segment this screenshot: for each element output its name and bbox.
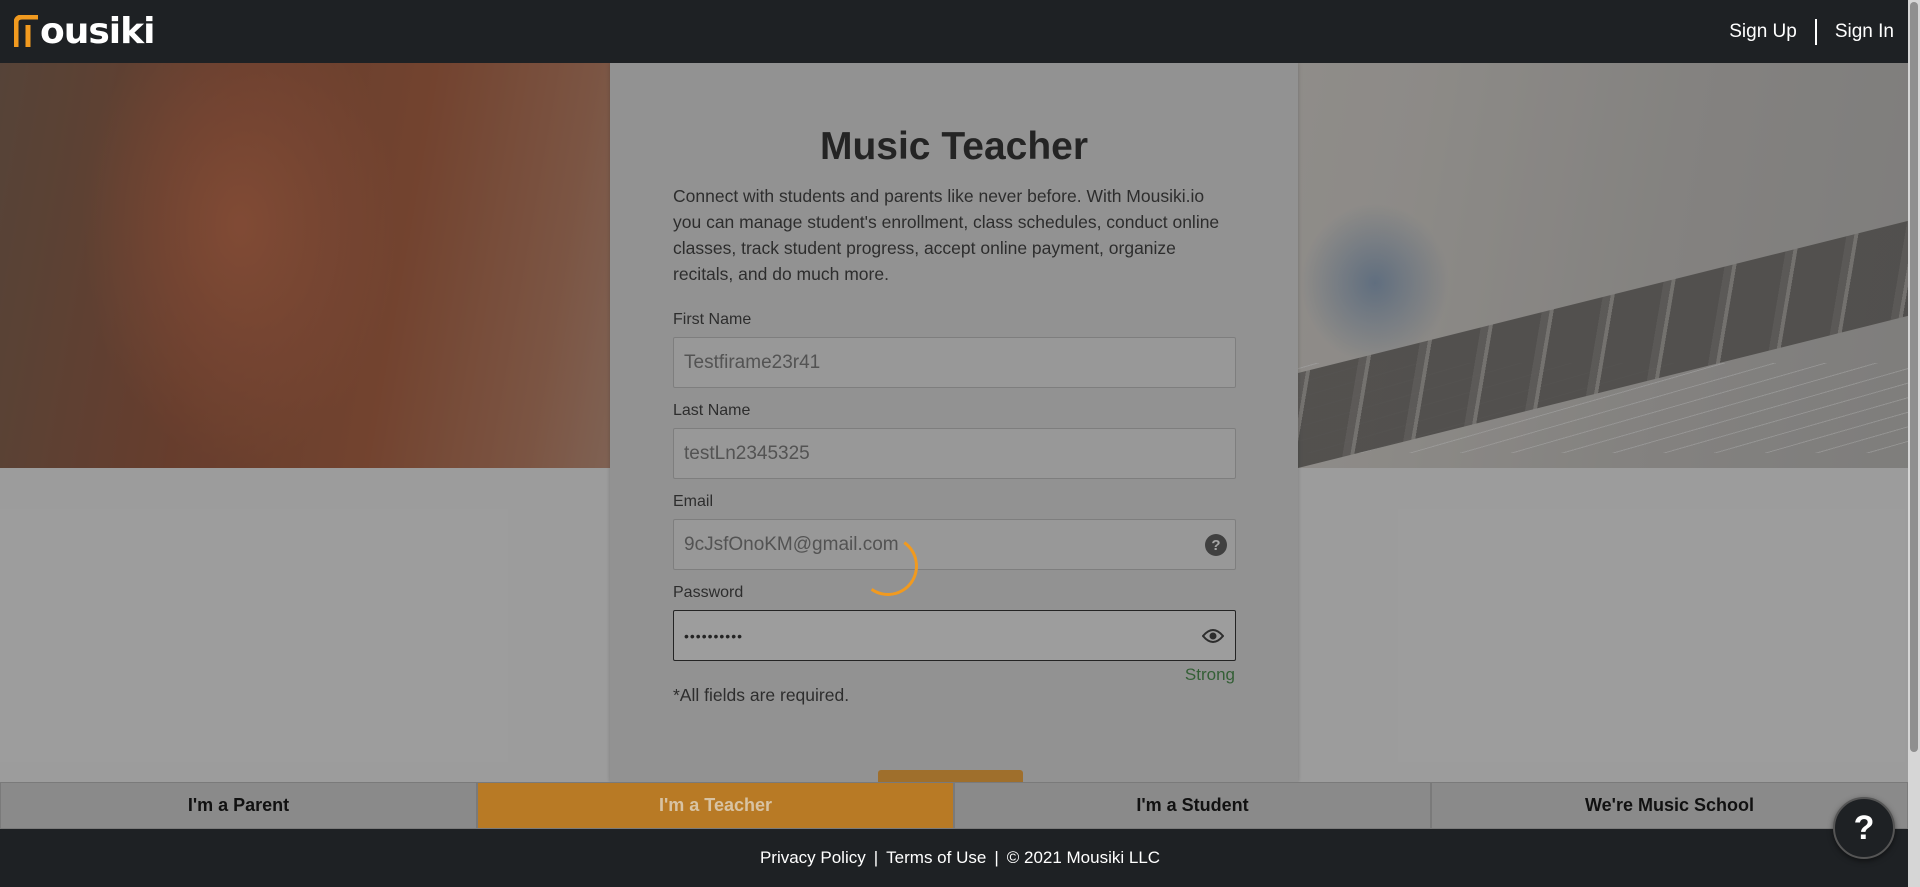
terms-of-use-link[interactable]: Terms of Use <box>886 848 986 868</box>
footer-divider: | <box>994 848 999 867</box>
scrollbar-thumb[interactable] <box>1910 2 1918 752</box>
privacy-policy-link[interactable]: Privacy Policy <box>760 848 866 868</box>
page-scrollbar[interactable] <box>1908 0 1920 887</box>
tab-student[interactable]: I'm a Student <box>954 782 1431 829</box>
help-chat-button[interactable]: ? <box>1833 797 1895 859</box>
top-navbar: ousiki Sign Up Sign In <box>0 0 1920 63</box>
logo-mark-icon <box>14 14 40 49</box>
role-tabs: I'm a Parent I'm a Teacher I'm a Student… <box>0 782 1908 829</box>
tab-teacher[interactable]: I'm a Teacher <box>477 782 954 829</box>
tab-parent[interactable]: I'm a Parent <box>0 782 477 829</box>
nav-divider <box>1814 18 1817 45</box>
auth-nav: Sign Up Sign In <box>1729 18 1894 45</box>
logo-text: ousiki <box>40 11 155 52</box>
copyright-text: © 2021 Mousiki LLC <box>1006 848 1161 867</box>
loading-overlay <box>0 63 1908 782</box>
footer: Privacy Policy | Terms of Use | © 2021 M… <box>0 829 1920 887</box>
sign-up-link[interactable]: Sign Up <box>1729 21 1797 43</box>
question-mark-icon: ? <box>1853 808 1875 847</box>
sign-in-link[interactable]: Sign In <box>1835 21 1894 43</box>
mousiki-logo[interactable]: ousiki <box>14 11 155 52</box>
footer-divider: | <box>873 848 879 867</box>
